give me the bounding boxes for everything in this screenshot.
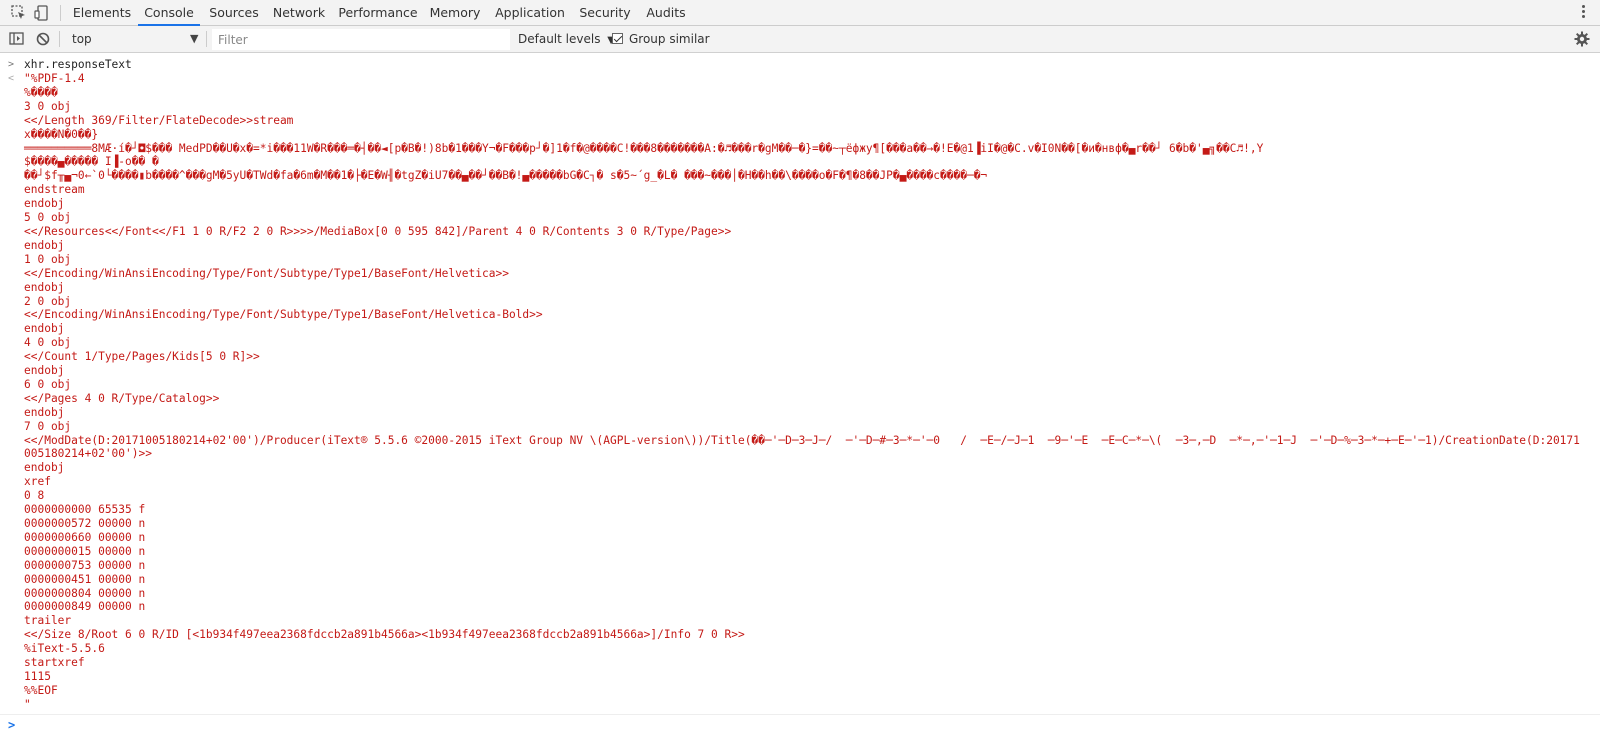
execution-context-select[interactable]: top xyxy=(64,28,204,50)
tab-application[interactable]: Application xyxy=(490,0,570,26)
devtools-tab-bar: Elements Console Sources Network Perform… xyxy=(0,0,1600,26)
console-prompt[interactable]: > xyxy=(0,716,1600,734)
tab-performance[interactable]: Performance xyxy=(336,0,420,26)
tab-security[interactable]: Security xyxy=(575,0,635,26)
group-similar-label: Group similar xyxy=(629,32,710,46)
tab-bar-divider xyxy=(60,5,61,21)
prompt-divider xyxy=(0,714,1600,715)
toolbar-divider xyxy=(206,31,207,47)
log-levels-dropdown[interactable]: Default levels ▼ xyxy=(518,28,615,50)
console-sidebar-icon[interactable] xyxy=(8,30,26,48)
console-result-string[interactable]: "%PDF-1.4 %���� 3 0 obj <</Length 369/Fi… xyxy=(24,72,1584,712)
console-command-text: xhr.responseText xyxy=(24,58,132,71)
clear-console-icon[interactable] xyxy=(34,30,52,48)
more-vertical-icon[interactable] xyxy=(1580,5,1586,21)
tab-sources[interactable]: Sources xyxy=(205,0,263,26)
log-levels-label: Default levels xyxy=(518,32,601,46)
chevron-down-icon[interactable]: ▼ xyxy=(190,28,198,50)
group-similar-toggle[interactable]: Group similar xyxy=(612,28,710,50)
console-messages: > xhr.responseText < "%PDF-1.4 %���� 3 0… xyxy=(0,54,1600,750)
console-toolbar: top ▼ Default levels ▼ Group similar xyxy=(0,26,1600,53)
tab-memory[interactable]: Memory xyxy=(426,0,484,26)
tab-audits[interactable]: Audits xyxy=(640,0,692,26)
tab-elements[interactable]: Elements xyxy=(70,0,134,26)
result-chevron-icon: < xyxy=(8,73,15,84)
console-command-row: > xhr.responseText xyxy=(0,58,1600,72)
tab-console[interactable]: Console xyxy=(138,0,200,26)
toolbar-divider xyxy=(59,31,60,47)
inspect-element-icon[interactable] xyxy=(10,4,28,22)
device-toolbar-icon[interactable] xyxy=(33,4,51,22)
command-chevron-icon: > xyxy=(8,59,15,70)
prompt-chevron-icon: > xyxy=(8,718,16,732)
tab-network[interactable]: Network xyxy=(268,0,330,26)
gear-icon[interactable] xyxy=(1574,31,1590,47)
console-filter-input[interactable] xyxy=(212,29,510,50)
group-similar-checkbox[interactable] xyxy=(612,33,623,44)
